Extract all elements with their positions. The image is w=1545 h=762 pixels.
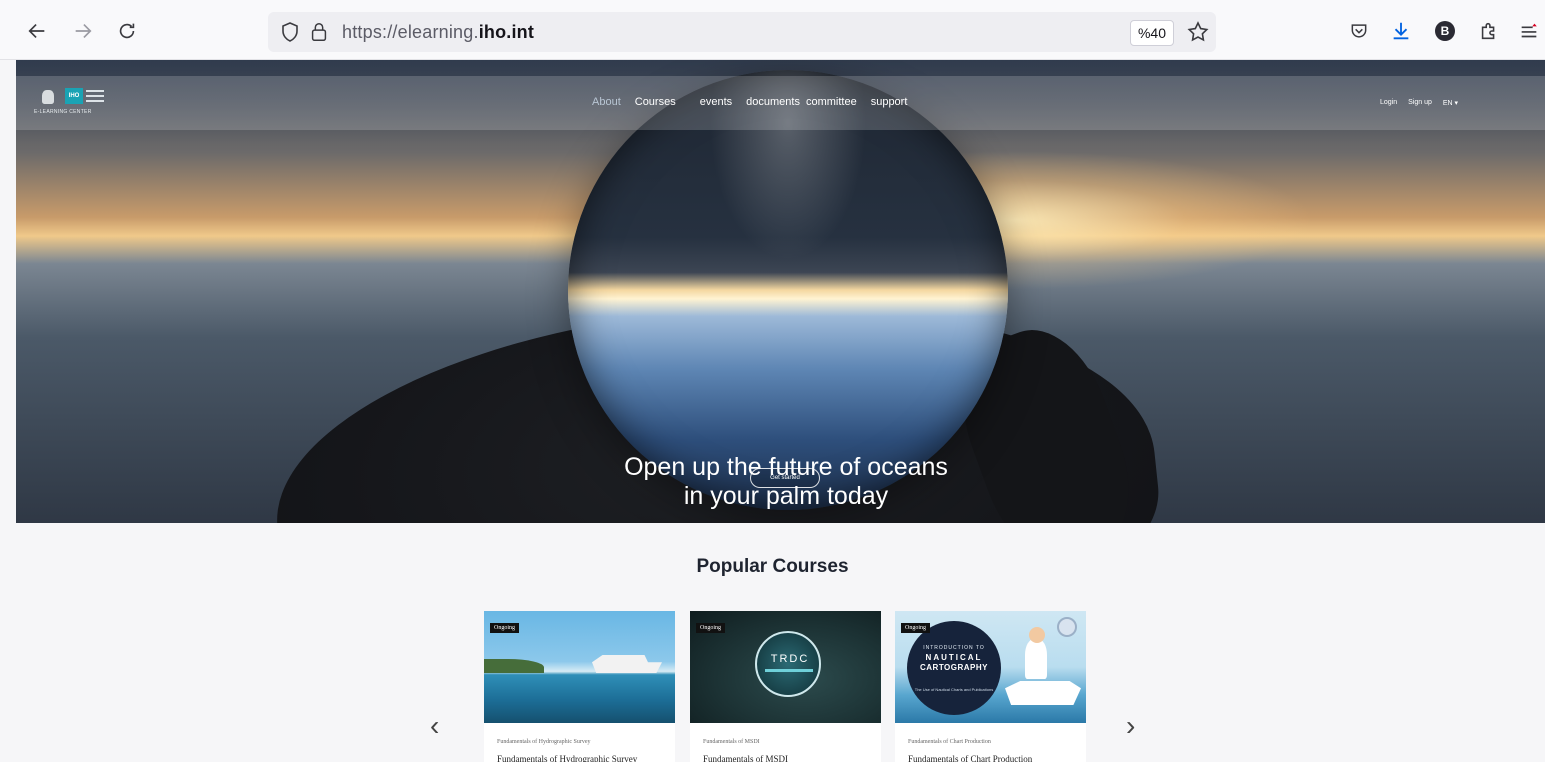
nav-support[interactable]: support <box>871 96 908 108</box>
status-badge: Ongoing <box>696 623 725 633</box>
extensions-button[interactable] <box>1476 18 1502 44</box>
menu-icon <box>1521 23 1537 38</box>
iho-logo[interactable]: IHO E-LEARNING CENTER <box>34 88 124 118</box>
address-bar[interactable]: https://elearning.iho.int %40 <box>268 12 1216 52</box>
trdc-emblem: TRDC <box>755 631 821 697</box>
captain-figure <box>1025 639 1047 679</box>
thumb-line-3: CARTOGRAPHY <box>919 663 989 672</box>
thumb-line-1: INTRODUCTION TO <box>923 645 985 651</box>
avatar: B <box>1435 21 1455 41</box>
arrow-left-icon <box>28 23 45 39</box>
account-links: Login Sign up EN ▾ <box>1380 99 1469 107</box>
emblem-icon <box>42 90 54 104</box>
thumb-line-2: NAUTICAL <box>925 653 983 662</box>
url-text: https://elearning.iho.int <box>342 22 535 42</box>
back-button[interactable] <box>20 14 54 48</box>
language-select[interactable]: EN ▾ <box>1443 99 1458 107</box>
login-link[interactable]: Login <box>1380 99 1397 107</box>
course-category: Fundamentals of MSDI <box>703 739 760 745</box>
reload-button[interactable] <box>110 14 144 48</box>
course-card[interactable]: TRDC Ongoing Fundamentals of MSDI Fundam… <box>690 611 881 762</box>
downloads-button[interactable] <box>1388 18 1414 44</box>
thumb-line-4: The Use of Nautical Charts and Publicati… <box>914 687 994 692</box>
logo-subtitle: E-LEARNING CENTER <box>34 109 92 115</box>
nav-courses[interactable]: Courses <box>635 96 676 108</box>
puzzle-icon <box>1481 22 1495 40</box>
status-badge: Ongoing <box>901 623 930 633</box>
coastline <box>484 659 544 673</box>
hero-banner: IHO E-LEARNING CENTER About Courses even… <box>16 60 1545 523</box>
nav-documents[interactable]: documents <box>746 96 800 108</box>
course-category: Fundamentals of Hydrographic Survey <box>497 739 591 745</box>
forward-button[interactable] <box>66 14 100 48</box>
lock-icon[interactable] <box>308 20 330 44</box>
bookmark-star-icon[interactable] <box>1186 20 1210 44</box>
nav-events[interactable]: events <box>700 96 732 108</box>
course-card[interactable]: Ongoing Fundamentals of Hydrographic Sur… <box>484 611 675 762</box>
site-header: IHO E-LEARNING CENTER About Courses even… <box>16 76 1545 130</box>
ship-image <box>1005 681 1081 705</box>
status-badge: Ongoing <box>490 623 519 633</box>
logo-bars <box>86 90 104 102</box>
title-circle: INTRODUCTION TO NAUTICAL CARTOGRAPHY The… <box>907 621 1001 715</box>
course-category: Fundamentals of Chart Production <box>908 739 991 745</box>
course-title[interactable]: Fundamentals of Chart Production <box>908 754 1032 762</box>
reload-icon <box>119 23 135 39</box>
carousel-prev-button[interactable]: ‹ <box>430 710 439 742</box>
shield-icon[interactable] <box>278 20 302 44</box>
course-title[interactable]: Fundamentals of Hydrographic Survey <box>497 754 637 762</box>
hero-title-line-1: Open up the future of oceans <box>624 453 948 481</box>
captain-head <box>1029 627 1045 643</box>
download-icon <box>1393 22 1409 40</box>
carousel-next-button[interactable]: › <box>1126 710 1135 742</box>
menu-button[interactable] <box>1516 18 1542 44</box>
hero-title: Open up the future of oceans in your pal… <box>536 453 1036 511</box>
signup-link[interactable]: Sign up <box>1408 99 1432 107</box>
hero-title-line-2: in your palm today <box>683 482 889 510</box>
trdc-ribbon <box>765 669 813 672</box>
logo-badge: IHO <box>65 88 83 104</box>
nav-committee[interactable]: committee <box>806 96 857 108</box>
crystal-ball <box>568 70 1008 510</box>
account-button[interactable]: B <box>1432 18 1458 44</box>
main-nav: About Courses events documents committee… <box>592 96 921 108</box>
arrow-right-icon <box>75 23 92 39</box>
nav-about[interactable]: About <box>592 96 621 108</box>
trdc-label: TRDC <box>770 653 810 665</box>
zoom-indicator[interactable]: %40 <box>1130 20 1174 46</box>
section-title: Popular Courses <box>696 556 849 577</box>
course-title[interactable]: Fundamentals of MSDI <box>703 754 788 762</box>
browser-toolbar: https://elearning.iho.int %40 B <box>0 0 1545 60</box>
course-card[interactable]: INTRODUCTION TO NAUTICAL CARTOGRAPHY The… <box>895 611 1086 762</box>
ship-image <box>592 655 662 673</box>
seal-icon <box>1057 617 1077 637</box>
pocket-icon <box>1351 24 1367 38</box>
pocket-button[interactable] <box>1346 18 1372 44</box>
